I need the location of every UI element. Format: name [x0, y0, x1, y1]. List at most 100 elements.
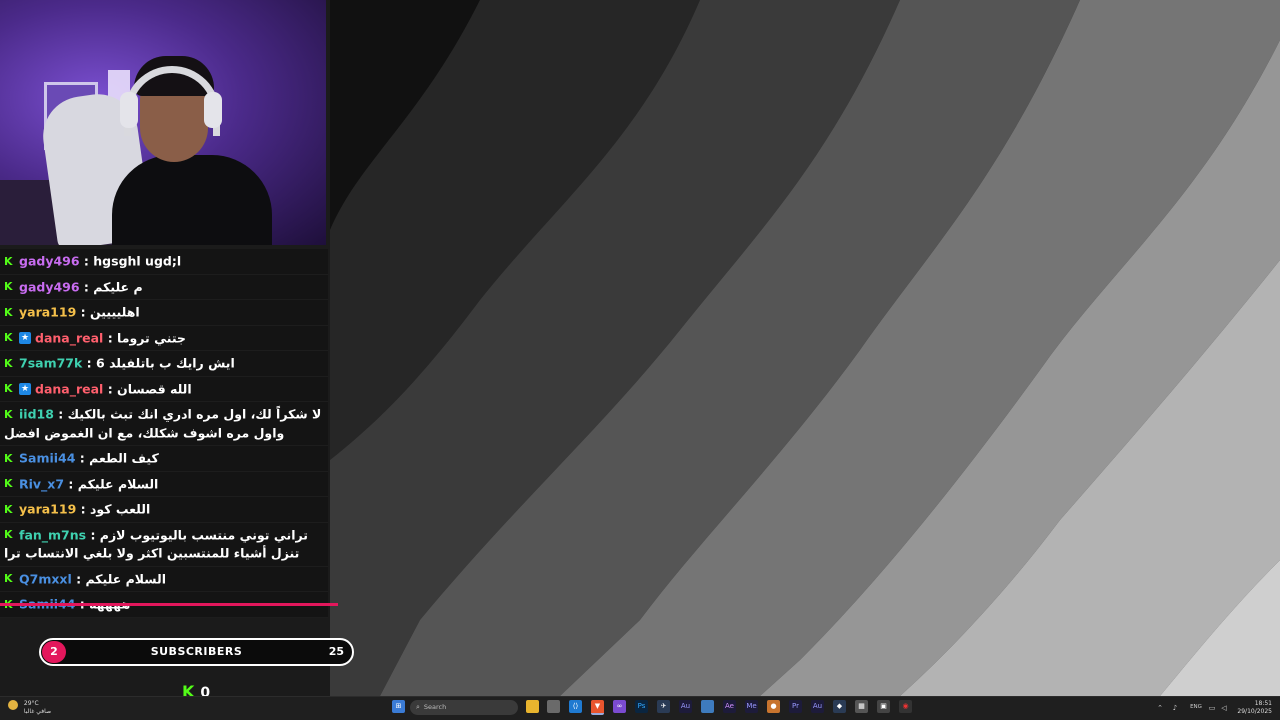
volume-icon[interactable]: ◁: [1220, 702, 1228, 712]
chat-overlay: Kgady496 : hgsghl ugd;l Kgady496 : م عليك…: [0, 249, 328, 618]
chat-username[interactable]: dana_real: [35, 381, 103, 396]
clock-date: 29/10/2025: [1237, 708, 1272, 715]
subscriber-badge-icon: ★: [19, 332, 31, 344]
chat-message: Kiid18 : لا شكراً لك، اول مره ادري انك ت…: [0, 402, 328, 446]
chat-username[interactable]: dana_real: [35, 330, 103, 345]
chat-username[interactable]: gady496: [19, 254, 80, 269]
subscriber-label: SUBSCRIBERS: [150, 645, 243, 658]
calendar-app-icon[interactable]: [547, 700, 560, 713]
chat-username[interactable]: Riv_x7: [19, 476, 64, 491]
file-explorer-icon[interactable]: [526, 700, 539, 713]
brave-browser-icon[interactable]: ▼: [591, 700, 604, 715]
subscriber-goal-bar: 2 SUBSCRIBERS 25: [39, 638, 354, 666]
chat-message: Kgady496 : hgsghl ugd;l: [0, 249, 328, 275]
kick-platform-icon: K: [4, 407, 13, 421]
weather-desc: صافي غالبا: [23, 708, 52, 715]
clock-time: 18:51: [1254, 700, 1272, 707]
chat-message-text: الله قصسان: [117, 381, 192, 396]
kick-platform-icon: K: [4, 305, 13, 319]
headphone-left-cup: [120, 92, 138, 128]
chat-message-text: اللعب كود: [89, 501, 151, 517]
search-box[interactable]: ⌕ Search: [410, 700, 518, 715]
chat-message: K ★ dana_real : الله قصسان: [0, 376, 328, 402]
chat-separator: :: [86, 527, 100, 542]
chat-username[interactable]: iid18: [19, 407, 54, 422]
premiere-pro-icon[interactable]: Pr: [789, 700, 802, 713]
kick-platform-icon: K: [4, 502, 13, 516]
network-icon[interactable]: ▭: [1208, 702, 1216, 712]
audition-icon[interactable]: Au: [679, 700, 692, 713]
app-icon-2[interactable]: ◆: [833, 700, 846, 713]
kick-platform-icon: K: [4, 572, 13, 585]
subscriber-goal: 25: [328, 645, 344, 658]
chat-message-text: جتني تروما: [117, 330, 186, 345]
chat-username[interactable]: fan_m7ns: [19, 527, 86, 542]
chat-message-text: م عليكم: [93, 279, 143, 294]
chat-separator: :: [71, 571, 86, 586]
chat-username[interactable]: Q7mxxl: [19, 571, 72, 586]
kick-platform-icon: K: [4, 528, 13, 541]
chat-username[interactable]: yara119: [19, 305, 76, 320]
chat-message: K Samii44 : كيف الطعم: [0, 446, 328, 472]
app-icon-4[interactable]: ▣: [877, 700, 890, 713]
streamer-body: [112, 155, 272, 245]
start-button-icon[interactable]: ⊞: [392, 700, 405, 713]
vscode-icon[interactable]: ⟨⟩: [569, 700, 582, 713]
chat-username[interactable]: Samii44: [19, 451, 75, 466]
chat-message: Kyara119 : اهليييين: [0, 300, 328, 326]
chat-separator: :: [103, 330, 118, 345]
chat-message-text: اهليييين: [89, 304, 140, 320]
microphone-icon[interactable]: ♪: [1171, 702, 1179, 712]
chat-message: K 7sam77k : ايش رايك ب باتلفيلد 6: [0, 351, 328, 377]
headphone-right-cup: [204, 92, 222, 128]
photoshop-icon[interactable]: Ps: [635, 700, 648, 713]
kick-platform-icon: K: [4, 382, 13, 395]
chat-message-text: ايش رايك ب باتلفيلد 6: [96, 355, 235, 371]
chat-separator: :: [82, 355, 97, 371]
visual-studio-icon[interactable]: ∞: [613, 700, 626, 713]
app-window-icon[interactable]: [701, 700, 714, 713]
after-effects-icon[interactable]: Ae: [723, 700, 736, 713]
chat-divider: [0, 603, 338, 606]
weather-sun-icon: [8, 700, 18, 710]
chat-message: Kfan_m7ns : تراني توني منتسب باليوتيوب ل…: [0, 522, 328, 567]
chat-separator: :: [75, 450, 90, 466]
chat-separator: :: [79, 253, 94, 269]
audition-icon-2[interactable]: Au: [811, 700, 824, 713]
webcam-feed: [0, 0, 326, 245]
chat-username[interactable]: gady496: [19, 279, 80, 294]
chat-username[interactable]: yara119: [19, 502, 76, 517]
chat-message-text: كيف الطعم: [89, 450, 159, 466]
media-encoder-icon[interactable]: Me: [745, 700, 758, 713]
chevron-up-icon[interactable]: ⌃: [1156, 702, 1164, 712]
weather-temp: 29°C: [23, 700, 39, 707]
chat-separator: :: [103, 381, 118, 396]
language-indicator[interactable]: ENG: [1188, 702, 1204, 712]
chat-message: K Q7mxxl : السلام عليكم: [0, 566, 328, 592]
kick-platform-icon: K: [4, 331, 13, 344]
chat-separator: :: [64, 476, 78, 491]
chat-message: Kyara119 : اللعب كود: [0, 497, 328, 523]
search-icon: ⌕: [416, 703, 420, 711]
chat-message: Kgady496 : م عليكم: [0, 274, 328, 300]
subscriber-badge-icon: ★: [19, 383, 31, 395]
app-icon-3[interactable]: ▦: [855, 700, 868, 713]
weather-widget[interactable]: 29°C صافي غالبا: [8, 700, 51, 716]
chat-separator: :: [53, 406, 68, 422]
chat-message: K ★ dana_real : جتني تروما: [0, 325, 328, 351]
chat-message-text: السلام عليكم: [77, 476, 159, 491]
obs-icon[interactable]: ◉: [899, 700, 912, 713]
search-placeholder: Search: [423, 703, 447, 711]
app-icon-orange[interactable]: ●: [767, 700, 780, 713]
chat-separator: :: [76, 501, 90, 517]
taskbar: 29°C صافي غالبا ⊞ ⌕ Search ⟨⟩ ▼ ∞ Ps ✈ Au…: [0, 696, 1280, 720]
system-clock[interactable]: 18:51 29/10/2025: [1237, 700, 1272, 716]
app-icon[interactable]: ✈: [657, 700, 670, 713]
kick-platform-icon: K: [4, 356, 13, 370]
chat-username[interactable]: 7sam77k: [19, 356, 82, 371]
chat-message-text: السلام عليكم: [85, 571, 166, 586]
kick-platform-icon: K: [4, 254, 13, 268]
chat-message: K Riv_x7 : السلام عليكم: [0, 471, 328, 497]
kick-platform-icon: K: [4, 451, 13, 465]
chat-separator: :: [76, 304, 90, 320]
